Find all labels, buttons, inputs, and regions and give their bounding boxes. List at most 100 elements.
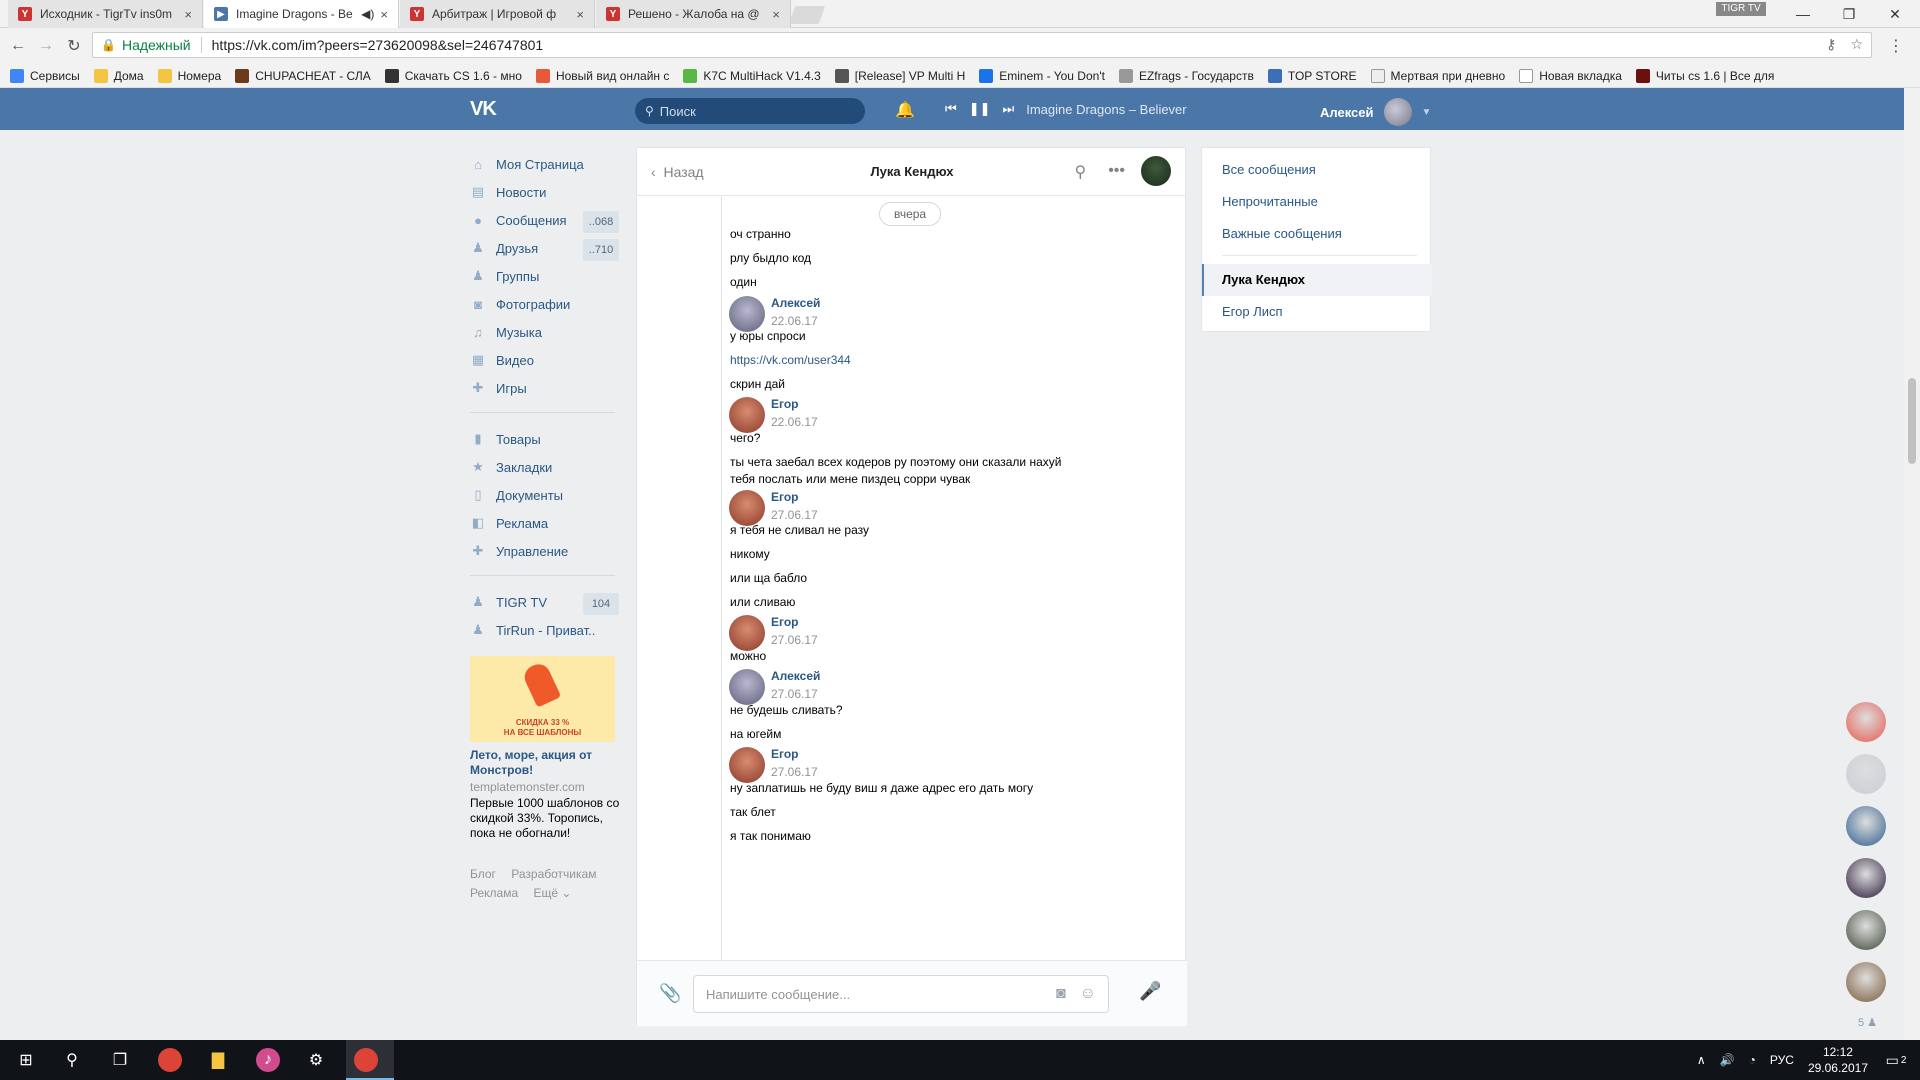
browser-tab[interactable]: ▶ Imagine Dragons - Be ◀) × <box>204 0 399 28</box>
footer-link-more[interactable]: Ещё ⌄ <box>533 886 571 900</box>
filter-all-messages[interactable]: Все сообщения <box>1222 162 1316 177</box>
address-bar[interactable]: 🔒 Надежный https://vk.com/im?peers=27362… <box>92 32 1872 58</box>
browser-tab[interactable]: Y Исходник - TigrTv ins0m × <box>8 0 203 28</box>
chrome-icon[interactable] <box>158 1048 182 1072</box>
bookmark-item[interactable]: K7C MultiHack V1.4.3 <box>683 68 821 83</box>
pause-icon[interactable]: ❚❚ <box>969 101 991 117</box>
page-scrollbar[interactable] <box>1904 88 1920 1040</box>
search-icon[interactable]: ⚲ <box>1074 162 1086 182</box>
url-text[interactable]: https://vk.com/im?peers=273620098&sel=24… <box>212 37 544 53</box>
paperclip-icon[interactable]: 📎 <box>659 983 681 1004</box>
task-view-icon[interactable]: ❐ <box>108 1048 132 1072</box>
sidebar-item[interactable]: ★ Закладки <box>470 453 620 481</box>
volume-icon[interactable]: 🔊 <box>1720 1053 1735 1067</box>
next-track-icon[interactable]: ⏭ <box>1003 101 1015 117</box>
message-author[interactable]: Егор <box>771 397 799 411</box>
clock[interactable]: 12:12 29.06.2017 <box>1808 1044 1868 1076</box>
avatar[interactable] <box>729 397 765 433</box>
ad-title[interactable]: Лето, море, акция от Монстров! <box>470 748 620 778</box>
tab-close-icon[interactable]: × <box>184 7 192 22</box>
browser-tab[interactable]: Y Арбитраж | Игровой ф × <box>400 0 595 28</box>
microphone-icon[interactable]: 🎤 <box>1139 981 1161 1002</box>
camera-icon[interactable]: ◙ <box>1056 985 1066 1003</box>
conversation-item-selected[interactable]: Лука Кендюх <box>1202 264 1432 296</box>
restore-icon[interactable]: ❐ <box>1826 0 1872 28</box>
friend-avatar[interactable] <box>1846 754 1886 794</box>
filter-important[interactable]: Важные сообщения <box>1222 226 1342 241</box>
windows-start-icon[interactable]: ⊞ <box>14 1048 38 1072</box>
reload-icon[interactable]: ↻ <box>62 34 86 58</box>
friend-avatar[interactable] <box>1846 962 1886 1002</box>
bookmark-item[interactable]: Дома <box>93 68 144 83</box>
bookmark-item[interactable]: Новая вкладка <box>1519 68 1622 83</box>
search-icon[interactable]: ⚲ <box>60 1048 84 1072</box>
vk-logo[interactable]: VK <box>470 98 497 121</box>
browser-menu-icon[interactable]: ⋮ <box>1884 34 1908 58</box>
minimize-icon[interactable]: — <box>1780 0 1826 28</box>
bell-icon[interactable]: 🔔 <box>895 100 915 120</box>
online-friends-count[interactable]: 5 ♟ <box>1858 1016 1877 1029</box>
chrome-icon[interactable] <box>354 1048 378 1072</box>
message-author[interactable]: Егор <box>771 490 799 504</box>
previous-track-icon[interactable]: ⏮ <box>945 101 957 117</box>
sidebar-item[interactable]: ♟ Группы <box>470 262 620 290</box>
message-author[interactable]: Алексей <box>771 669 820 683</box>
sidebar-item[interactable]: ▦ Видео <box>470 346 620 374</box>
bookmark-item[interactable]: [Release] VP Multi H <box>834 68 965 83</box>
tab-close-icon[interactable]: × <box>380 7 388 22</box>
friend-avatar[interactable] <box>1846 806 1886 846</box>
sidebar-item[interactable]: ♟ TIGR TV 104 <box>470 588 620 616</box>
bookmark-item[interactable]: Номера <box>157 68 221 83</box>
friend-avatar[interactable] <box>1846 910 1886 950</box>
message-author[interactable]: Егор <box>771 615 799 629</box>
count-badge[interactable]: ..710 <box>583 239 619 261</box>
filter-unread[interactable]: Непрочитанные <box>1222 194 1318 209</box>
count-badge[interactable]: 104 <box>583 593 619 615</box>
bookmark-item[interactable]: Читы cs 1.6 | Все для <box>1635 68 1774 83</box>
message-history[interactable]: вчера оч странно рлу быдло код один Алексей… <box>637 196 1187 960</box>
browser-tab[interactable]: Y Решено - Жалоба на @ × <box>596 0 791 28</box>
network-icon[interactable]: ◔ <box>1749 1053 1756 1067</box>
bookmark-item[interactable]: Новый вид онлайн с <box>535 68 669 83</box>
bookmark-item[interactable]: CHUPACHEAT - СЛА <box>235 68 371 83</box>
count-badge[interactable]: ..068 <box>583 211 619 233</box>
chevron-up-icon[interactable]: ∧ <box>1697 1053 1706 1067</box>
tab-close-icon[interactable]: × <box>772 7 780 22</box>
bookmark-item[interactable]: TOP STORE <box>1267 68 1357 83</box>
notification-center-icon[interactable]: ▭ 2 <box>1882 1048 1910 1072</box>
sidebar-item[interactable]: ◙ Фотографии <box>470 290 620 318</box>
message-link[interactable]: https://vk.com/user344 <box>730 352 851 369</box>
avatar[interactable] <box>1141 156 1171 186</box>
new-tab-button[interactable] <box>788 6 826 24</box>
friend-avatar[interactable] <box>1846 702 1886 742</box>
user-menu[interactable]: Алексей ▼ <box>1320 98 1431 126</box>
bookmark-item[interactable]: Сервисы <box>10 68 80 83</box>
sidebar-item[interactable]: ● Сообщения ..068 <box>470 206 620 234</box>
avatar[interactable] <box>729 615 765 651</box>
steam-icon[interactable]: ⚙ <box>304 1048 328 1072</box>
smile-icon[interactable]: ☺ <box>1080 985 1096 1003</box>
footer-link-ads[interactable]: Реклама <box>470 886 518 900</box>
conversation-item[interactable]: Егор Лисп <box>1222 304 1283 319</box>
avatar[interactable] <box>729 296 765 332</box>
friend-avatar[interactable] <box>1846 858 1886 898</box>
back-arrow-icon[interactable]: ← <box>6 34 30 58</box>
sidebar-item[interactable]: ▯ Документы <box>470 481 620 509</box>
avatar[interactable] <box>729 747 765 783</box>
ad-image[interactable]: СКИДКА 33 % НА ВСЕ ШАБЛОНЫ <box>470 656 615 742</box>
speaker-icon[interactable]: ◀) <box>361 7 374 21</box>
music-app-icon[interactable]: ♪ <box>256 1048 280 1072</box>
avatar[interactable] <box>729 490 765 526</box>
bookmark-item[interactable]: Eminem - You Don't <box>979 68 1105 83</box>
footer-link-developers[interactable]: Разработчикам <box>511 867 596 881</box>
avatar[interactable] <box>729 669 765 705</box>
search-input[interactable]: ⚲ Поиск <box>635 98 865 124</box>
sidebar-item[interactable]: ♫ Музыка <box>470 318 620 346</box>
sidebar-item[interactable]: ✚ Управление <box>470 537 620 565</box>
bookmark-item[interactable]: Мертвая при дневно <box>1370 68 1505 83</box>
message-input[interactable]: Напишите сообщение... ◙ ☺ <box>693 975 1109 1013</box>
sidebar-item[interactable]: ▤ Новости <box>470 178 620 206</box>
scrollbar-thumb[interactable] <box>1908 378 1916 464</box>
more-icon[interactable]: ••• <box>1108 162 1125 182</box>
bookmark-item[interactable]: EZfrags - Государств <box>1118 68 1254 83</box>
